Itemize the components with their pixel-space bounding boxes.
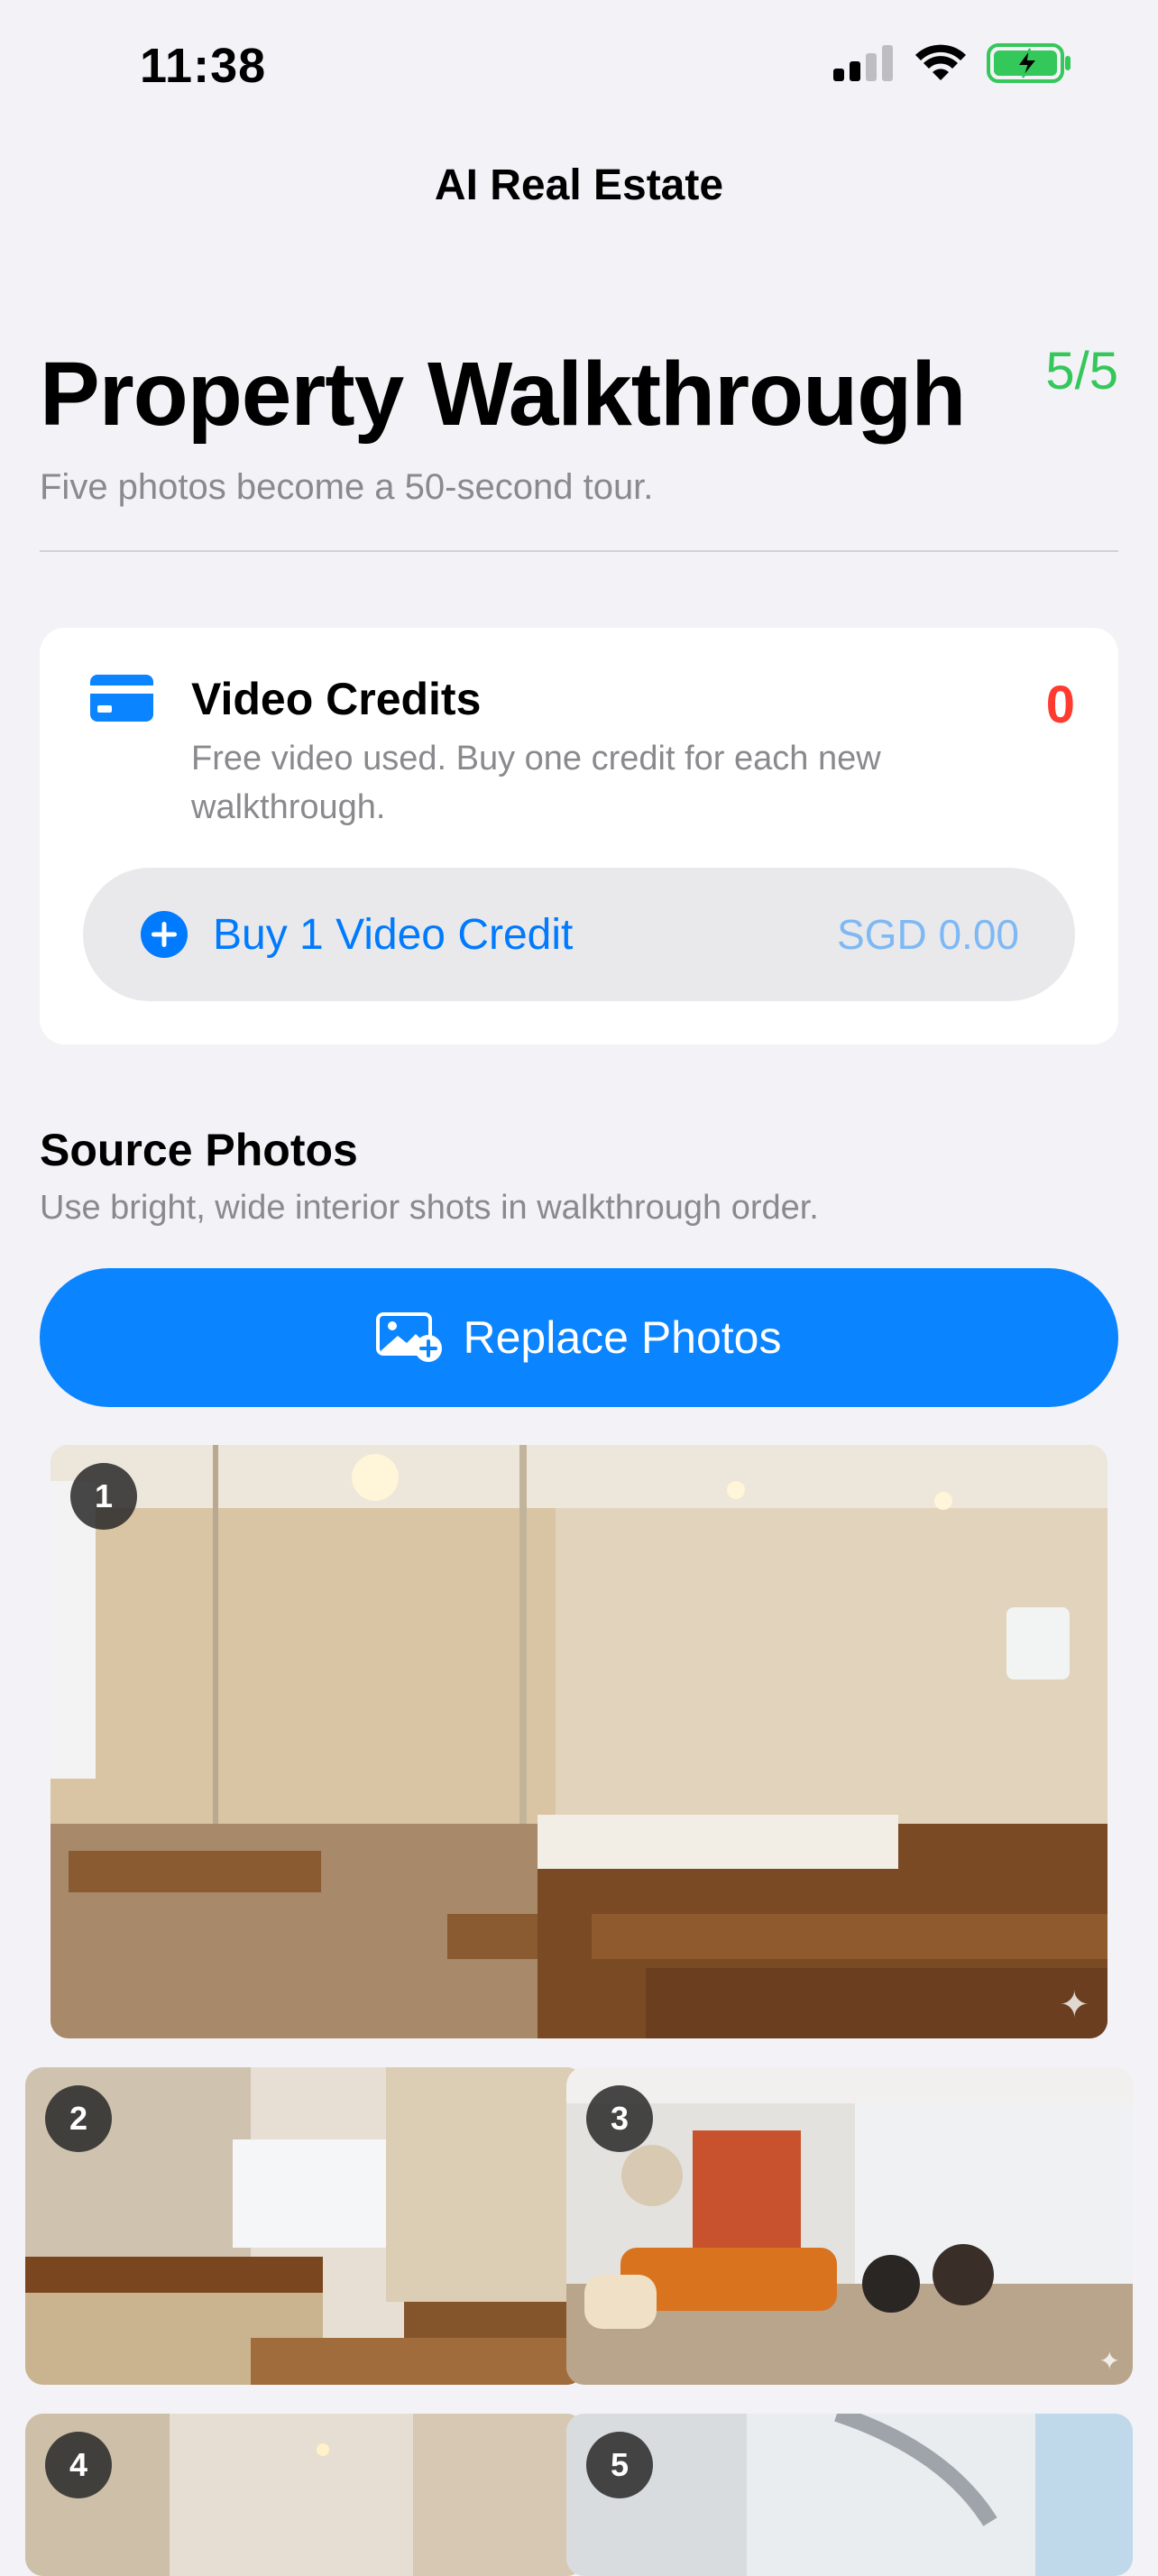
photo-add-icon	[376, 1312, 443, 1362]
buy-video-credit-button[interactable]: Buy 1 Video Credit SGD 0.00	[83, 868, 1075, 1001]
replace-photos-button[interactable]: Replace Photos	[40, 1268, 1118, 1407]
video-credits-count: 0	[1045, 676, 1075, 734]
source-photo-5[interactable]: 5	[566, 2414, 1133, 2576]
photo-counter: 5/5	[1045, 342, 1118, 400]
photo-number-badge: 5	[586, 2432, 653, 2498]
source-photo-3[interactable]: 3 ✦	[566, 2067, 1133, 2385]
page-subtitle: Five photos become a 50-second tour.	[40, 467, 654, 507]
source-photo-1[interactable]: 1 ✦	[51, 1445, 1107, 2038]
photo-number-badge: 4	[45, 2432, 112, 2498]
bathroom-photo-image	[51, 1445, 1107, 2038]
divider	[40, 550, 1118, 552]
hallway-photo-image	[25, 2414, 584, 2576]
video-credits-description: Free video used. Buy one credit for each…	[191, 740, 881, 826]
photo-number-badge: 2	[45, 2085, 112, 2152]
plus-circle-icon	[141, 911, 188, 958]
sparkle-icon: ✦	[1059, 1985, 1089, 2025]
staircase-photo-image	[566, 2414, 1133, 2576]
source-photos-title: Source Photos	[40, 1125, 358, 1175]
battery-charging-icon	[987, 43, 1071, 83]
photo-number-badge: 1	[70, 1463, 137, 1530]
wifi-icon	[915, 44, 966, 80]
video-credits-title: Video Credits	[191, 674, 482, 724]
photo-number-badge: 3	[586, 2085, 653, 2152]
credit-card-icon	[90, 675, 153, 722]
buy-video-credit-label: Buy 1 Video Credit	[213, 910, 574, 959]
cellular-signal-icon	[833, 45, 893, 81]
sparkle-icon: ✦	[1098, 2347, 1120, 2375]
status-time: 11:38	[140, 39, 267, 93]
nav-title: AI Real Estate	[434, 161, 724, 209]
page-title: Property Walkthrough	[40, 344, 966, 445]
source-photos-description: Use bright, wide interior shots in walkt…	[40, 1189, 819, 1227]
replace-photos-label: Replace Photos	[463, 1312, 782, 1363]
status-icons	[833, 43, 1071, 83]
source-photo-4[interactable]: 4	[25, 2414, 584, 2576]
buy-video-credit-price: SGD 0.00	[837, 911, 1019, 958]
source-photo-2[interactable]: 2	[25, 2067, 584, 2385]
